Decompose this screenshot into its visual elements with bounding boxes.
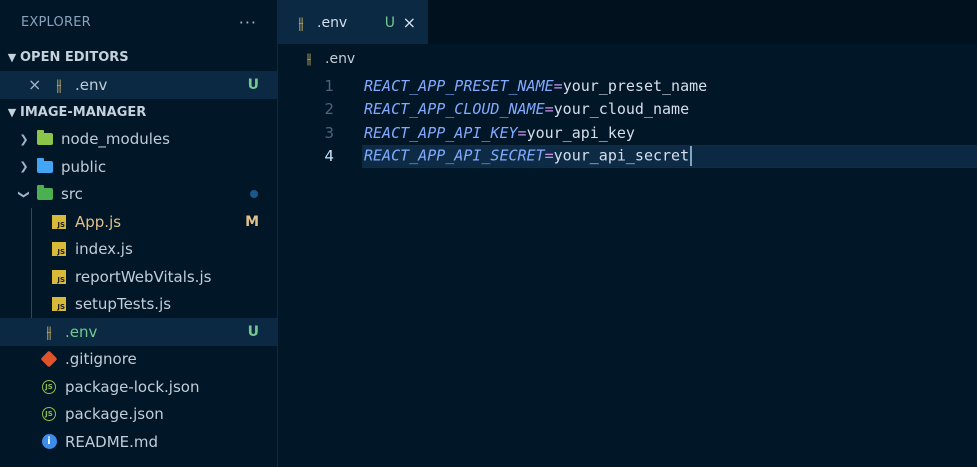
- tree-item-env[interactable]: ⫲ .env U: [0, 318, 277, 346]
- env-key: REACT_APP_CLOUD_NAME: [364, 100, 545, 119]
- current-code-line[interactable]: 4 REACT_APP_API_SECRET=your_api_secret: [278, 144, 977, 168]
- env-settings-icon: ⫲: [46, 321, 52, 341]
- close-icon[interactable]: ×: [403, 13, 416, 32]
- tree-item-label: App.js: [75, 212, 122, 231]
- json-icon: JS: [40, 379, 58, 395]
- open-editor-item-env[interactable]: × ⫲ .env U: [0, 71, 277, 99]
- tree-item-package-json[interactable]: JS package.json: [0, 401, 277, 429]
- js-icon: JS: [50, 296, 68, 312]
- equals-sign: =: [544, 146, 554, 165]
- line-number: 2: [324, 100, 334, 119]
- chevron-down-icon: ▼: [7, 105, 17, 119]
- project-label: IMAGE-MANAGER: [20, 104, 147, 120]
- info-icon: i: [40, 434, 58, 450]
- open-editors-section[interactable]: ▼ OPEN EDITORS: [0, 44, 277, 71]
- equals-sign: =: [544, 100, 554, 119]
- tree-item-label: package-lock.json: [65, 377, 200, 396]
- explorer-header: EXPLORER ···: [0, 0, 277, 44]
- tree-item-report-web-vitals[interactable]: JS reportWebVitals.js: [0, 263, 277, 291]
- tree-item-label: index.js: [75, 240, 133, 259]
- chevron-right-icon: ❯: [19, 132, 29, 146]
- indent-guide: [31, 208, 32, 236]
- close-icon[interactable]: ×: [28, 75, 44, 94]
- env-key: REACT_APP_API_KEY: [364, 123, 518, 142]
- line-number: 4: [324, 147, 334, 166]
- tree-item-setup-tests[interactable]: JS setupTests.js: [0, 290, 277, 318]
- tree-item-readme[interactable]: i README.md: [0, 428, 277, 456]
- editor-area: ⫲ .env U × ⫲ .env 1 REACT_APP_PRESET_NAM…: [278, 0, 977, 467]
- tab-env[interactable]: ⫲ .env U ×: [278, 0, 428, 44]
- indent-guide: [31, 235, 32, 263]
- explorer-title: EXPLORER: [21, 14, 91, 30]
- js-icon: JS: [50, 241, 68, 257]
- env-value: your_api_secret: [553, 146, 690, 165]
- line-text: REACT_APP_API_KEY=your_api_key: [364, 124, 635, 142]
- untracked-badge: U: [247, 323, 259, 340]
- line-text: REACT_APP_PRESET_NAME=your_preset_name: [364, 77, 707, 95]
- equals-sign: =: [553, 76, 563, 95]
- modified-badge: M: [245, 213, 259, 230]
- env-value: your_preset_name: [562, 76, 708, 95]
- env-settings-icon: ⫲: [298, 12, 304, 32]
- code-line[interactable]: 1 REACT_APP_PRESET_NAME=your_preset_name: [278, 74, 977, 98]
- untracked-badge: U: [384, 14, 395, 31]
- tree-item-src[interactable]: ❯ src: [0, 181, 277, 209]
- tree-item-package-lock[interactable]: JS package-lock.json: [0, 373, 277, 401]
- env-value: your_cloud_name: [553, 100, 690, 119]
- js-icon: JS: [50, 269, 68, 285]
- tree-item-label: .env: [65, 322, 98, 341]
- line-text: REACT_APP_CLOUD_NAME=your_cloud_name: [364, 100, 689, 118]
- public-folder-icon: [36, 157, 54, 175]
- code-line[interactable]: 3 REACT_APP_API_KEY=your_api_key: [278, 121, 977, 145]
- line-number: 3: [324, 123, 334, 142]
- modified-dot: [250, 190, 258, 199]
- line-number: 1: [324, 76, 334, 95]
- indent-guide: [31, 263, 32, 291]
- tree-item-public[interactable]: ❯ public: [0, 153, 277, 181]
- code-line[interactable]: 2 REACT_APP_CLOUD_NAME=your_cloud_name: [278, 98, 977, 122]
- env-settings-icon: ⫲: [306, 51, 312, 67]
- json-icon: JS: [40, 406, 58, 422]
- chevron-right-icon: ❯: [19, 160, 29, 174]
- env-settings-icon: ⫲: [56, 74, 62, 94]
- tree-item-app-js[interactable]: JS App.js M: [0, 208, 277, 236]
- tree-item-gitignore[interactable]: .gitignore: [0, 346, 277, 374]
- line-text: REACT_APP_API_SECRET=your_api_secret: [364, 146, 693, 167]
- equals-sign: =: [517, 123, 527, 142]
- tab-bar: ⫲ .env U ×: [278, 0, 977, 44]
- breadcrumb[interactable]: ⫲ .env: [278, 44, 977, 74]
- tree-item-label: .gitignore: [65, 350, 137, 369]
- tree-item-label: node_modules: [61, 130, 170, 149]
- tree-item-label: setupTests.js: [75, 295, 172, 314]
- explorer-sidebar: EXPLORER ··· ▼ OPEN EDITORS × ⫲ .env U ▼…: [0, 0, 278, 467]
- tree-item-label: public: [61, 157, 107, 176]
- more-actions-icon[interactable]: ···: [239, 13, 257, 32]
- tree-item-label: package.json: [65, 405, 164, 424]
- chevron-down-icon: ❯: [17, 189, 31, 199]
- chevron-down-icon: ▼: [7, 51, 17, 64]
- untracked-badge: U: [247, 76, 259, 93]
- tree-item-node-modules[interactable]: ❯ node_modules: [0, 126, 277, 154]
- code-lines[interactable]: 1 REACT_APP_PRESET_NAME=your_preset_name…: [278, 74, 977, 168]
- open-editors-label: OPEN EDITORS: [20, 50, 129, 65]
- js-icon: JS: [50, 214, 68, 230]
- tree-item-label: src: [61, 185, 83, 204]
- git-icon: [40, 350, 58, 368]
- text-cursor: [690, 146, 693, 167]
- indent-guide: [31, 290, 32, 318]
- src-folder-icon: [36, 185, 54, 202]
- project-section[interactable]: ▼ IMAGE-MANAGER: [0, 99, 277, 126]
- env-key: REACT_APP_PRESET_NAME: [364, 76, 554, 95]
- env-value: your_api_key: [526, 123, 635, 142]
- open-editor-label: .env: [75, 75, 108, 94]
- tab-label: .env: [317, 14, 348, 31]
- env-key: REACT_APP_API_SECRET: [364, 146, 545, 165]
- tree-item-label: reportWebVitals.js: [75, 267, 212, 286]
- breadcrumb-file: .env: [325, 51, 356, 67]
- tree-item-label: README.md: [65, 432, 159, 451]
- tree-item-index-js[interactable]: JS index.js: [0, 235, 277, 263]
- node-folder-icon: [36, 130, 54, 147]
